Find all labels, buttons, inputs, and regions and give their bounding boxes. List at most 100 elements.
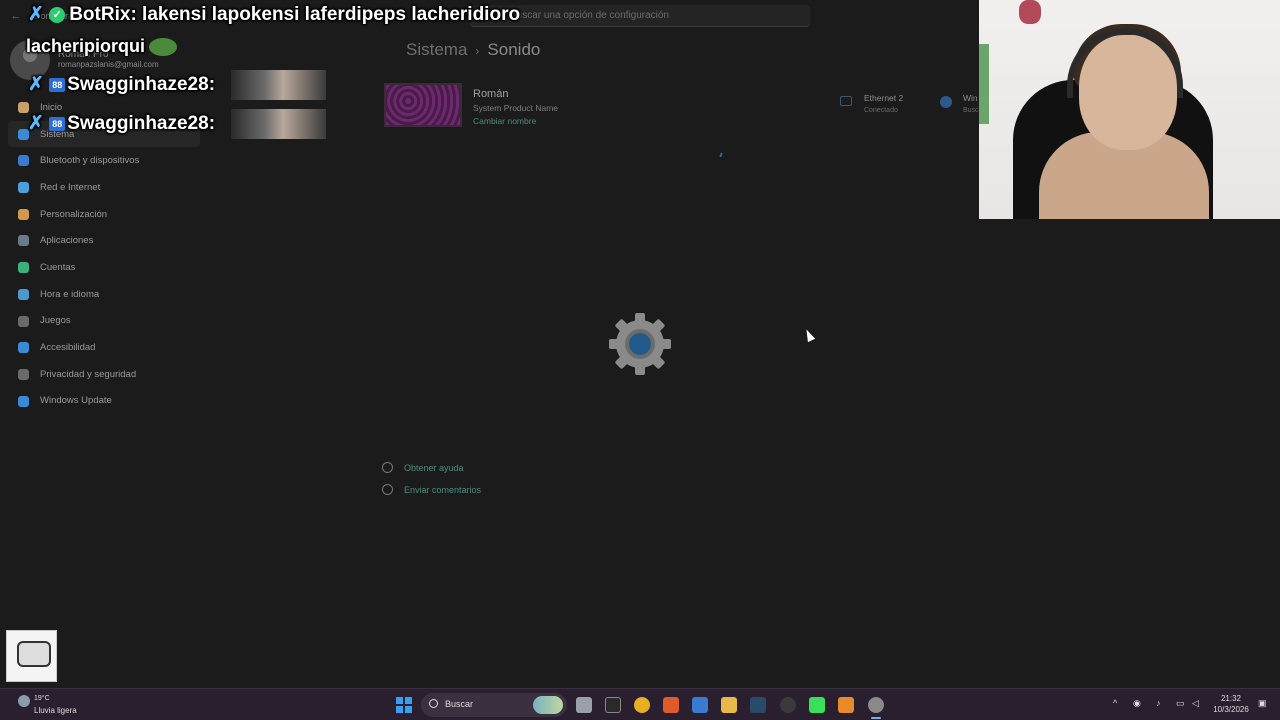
feedback-label: Enviar comentarios — [404, 485, 482, 495]
sidebar-item-label: Accesibilidad — [40, 342, 96, 354]
sidebar-item-label: Juegos — [40, 315, 71, 327]
sidebar-item-cuentas[interactable]: Cuentas — [8, 254, 200, 281]
wifi-icon — [18, 182, 29, 194]
app-title: Configuración — [34, 11, 90, 21]
webcam-background-object — [979, 44, 989, 124]
network-name: Ethernet 2 — [864, 93, 904, 103]
ethernet-icon — [840, 96, 852, 106]
update-icon — [18, 395, 29, 407]
search-highlight-image — [533, 696, 563, 714]
help-links: Obtener ayuda Enviar comentarios — [382, 460, 481, 504]
epic-games-icon[interactable] — [605, 697, 621, 713]
sidebar-item-hora-e-idioma[interactable]: Hora e idioma — [8, 281, 200, 308]
sidebar-item-label: Personalización — [40, 208, 108, 220]
bluetooth-icon — [18, 155, 29, 167]
fl-studio-icon[interactable] — [838, 697, 854, 713]
webcam-plush-toy — [1019, 0, 1041, 24]
sidebar-item-windows-update[interactable]: Windows Update — [8, 388, 200, 415]
apps-icon — [18, 235, 29, 247]
taskbar-search[interactable]: Buscar — [421, 693, 567, 717]
start-button[interactable] — [396, 697, 412, 713]
breadcrumb: Sistema › Sonido — [406, 40, 540, 60]
update-state: Busc — [963, 107, 979, 114]
globe-icon — [18, 288, 29, 300]
windows-logo-icon — [405, 706, 412, 713]
profile-email: romanpazslanis@gmail.com — [58, 60, 159, 69]
feedback-link[interactable]: Enviar comentarios — [382, 482, 481, 504]
discord-icon[interactable]: ◉ — [1133, 698, 1141, 709]
chrome-icon[interactable] — [634, 697, 650, 713]
sidebar-item-label: Cuentas — [40, 261, 76, 273]
search-placeholder: Buscar una opción de configuración — [510, 10, 669, 21]
get-help-label: Obtener ayuda — [404, 463, 464, 473]
sidebar-item-privacidad-y-seguridad[interactable]: Privacidad y seguridad — [8, 361, 200, 388]
search-input[interactable]: Buscar una opción de configuración — [470, 5, 810, 27]
volume-icon[interactable]: ◁ — [1192, 698, 1199, 709]
taskbar-search-label: Buscar — [445, 699, 474, 709]
webcam-overlay — [979, 0, 1280, 219]
corner-sticker-image — [6, 630, 57, 682]
windows-logo-icon — [405, 697, 412, 704]
tray-overflow-icon[interactable]: ^ — [1113, 698, 1117, 708]
avatar — [10, 40, 50, 80]
title-bar: ← Configuración Buscar una opción de con… — [0, 0, 980, 32]
breadcrumb-parent[interactable]: Sistema — [406, 40, 467, 59]
sidebar-item-label: Hora e idioma — [40, 288, 100, 300]
sidebar-item-label: Sistema — [40, 128, 75, 140]
taskbar: 19°C Lluvia ligera Buscar ^ ◉ ♪ ▭ ◁ 21:3… — [0, 688, 1280, 720]
network-state: Conectado — [864, 107, 898, 114]
weather-desc: Lluvia ligera — [34, 706, 77, 715]
steam-icon[interactable] — [750, 697, 766, 713]
clock[interactable]: 21:32 10/3/2026 — [1207, 693, 1255, 715]
network-icon[interactable]: ▭ — [1176, 698, 1185, 709]
sidebar-item-label: Inicio — [40, 101, 63, 113]
sidebar-item-red-e-internet[interactable]: Red e Internet — [8, 174, 200, 201]
sidebar-item-label: Privacidad y seguridad — [40, 368, 137, 380]
monitor-icon — [18, 128, 29, 140]
sidebar-nav: Inicio Sistema Bluetooth y dispositivos Red… — [8, 94, 200, 414]
sidebar-item-label: Red e Internet — [40, 181, 101, 193]
back-arrow-icon[interactable]: ← — [8, 8, 24, 24]
sidebar-item-aplicaciones[interactable]: Aplicaciones — [8, 227, 200, 254]
wallpaper-thumbnail — [384, 83, 462, 127]
search-icon — [429, 699, 438, 708]
kick-icon[interactable] — [809, 697, 825, 713]
update-icon — [940, 96, 952, 108]
sidebar-item-label: Windows Update — [40, 395, 112, 407]
weather-temp: 19°C — [34, 695, 50, 702]
help-icon — [382, 462, 393, 473]
page-title: Sonido — [487, 40, 541, 59]
sidebar-item-sistema[interactable]: Sistema — [8, 120, 200, 148]
store-icon[interactable] — [692, 697, 708, 713]
windows-logo-icon — [396, 697, 403, 704]
microphone-icon[interactable]: ♪ — [1156, 698, 1161, 708]
profile-name: Román Pro — [58, 49, 109, 60]
rain-cloud-icon — [18, 695, 30, 707]
feedback-icon — [382, 484, 393, 495]
settings-gear-icon — [609, 313, 671, 375]
sidebar-item-inicio[interactable]: Inicio — [8, 94, 200, 121]
person-icon — [18, 262, 29, 274]
sidebar-item-juegos[interactable]: Juegos — [8, 308, 200, 335]
windows-logo-icon — [396, 706, 403, 713]
sidebar-item-accesibilidad[interactable]: Accesibilidad — [8, 334, 200, 361]
update-name: Win — [963, 93, 978, 103]
brave-icon[interactable] — [663, 697, 679, 713]
settings-icon[interactable] — [868, 697, 884, 719]
mouse-cursor — [802, 327, 816, 343]
get-help-link[interactable]: Obtener ayuda — [382, 460, 481, 482]
accessibility-icon — [18, 342, 29, 354]
folder-icon[interactable] — [721, 697, 737, 713]
brush-icon — [18, 208, 29, 220]
sidebar-item-bluetooth-y-dispositivos[interactable]: Bluetooth y dispositivos — [8, 147, 200, 174]
home-icon — [18, 102, 29, 113]
shield-icon — [18, 368, 29, 380]
obs-icon[interactable] — [780, 697, 796, 713]
rename-link[interactable]: Cambiar nombre — [473, 116, 536, 126]
file-explorer-icon[interactable] — [576, 697, 592, 713]
clock-date: 10/3/2026 — [1213, 705, 1249, 714]
notification-icon[interactable]: ▣ — [1258, 698, 1267, 709]
clock-time: 21:32 — [1220, 694, 1242, 703]
sidebar-item-personalización[interactable]: Personalización — [8, 201, 200, 228]
sidebar-item-label: Bluetooth y dispositivos — [40, 155, 140, 167]
